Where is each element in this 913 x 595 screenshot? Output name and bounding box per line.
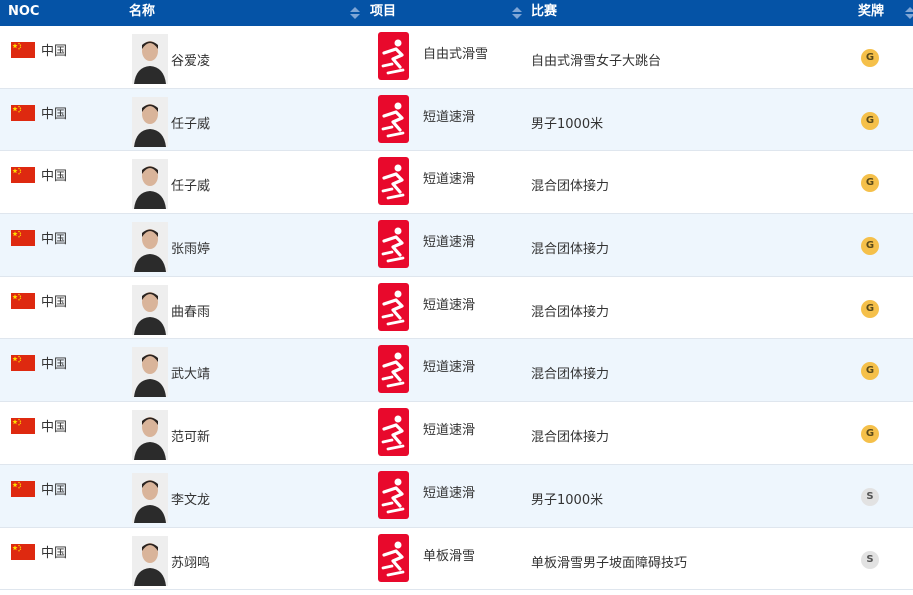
athlete-avatar [132, 472, 168, 523]
medal-badge: G [861, 425, 879, 444]
medal-table: NOC 名称 项目 比赛 奖牌 中国 谷爱凌 自由式滑雪 自由式滑雪女子大跳台 … [0, 0, 913, 591]
sport-name[interactable]: 自由式滑雪 [423, 43, 488, 62]
table-row[interactable]: 中国 任子威 短道速滑 混合团体接力 G [0, 151, 913, 215]
noc-label: 中国 [41, 545, 68, 561]
table-header: NOC 名称 项目 比赛 奖牌 [0, 0, 913, 26]
athlete-name[interactable]: 张雨婷 [171, 238, 210, 257]
table-row[interactable]: 中国 谷爱凌 自由式滑雪 自由式滑雪女子大跳台 G [0, 26, 913, 89]
event-name[interactable]: 混合团体接力 [531, 238, 609, 257]
short-track-icon [378, 220, 409, 269]
athlete-avatar [132, 34, 168, 84]
short-track-icon [378, 282, 409, 331]
table-body: 中国 谷爱凌 自由式滑雪 自由式滑雪女子大跳台 G 中国 任子威 短道速滑 男子… [0, 26, 913, 591]
table-row[interactable]: 中国 武大靖 短道速滑 混合团体接力 G [0, 339, 913, 403]
table-row[interactable]: 中国 任子威 短道速滑 男子1000米 G [0, 88, 913, 152]
athlete-name[interactable]: 武大靖 [171, 363, 210, 382]
athlete-name[interactable]: 任子威 [171, 175, 210, 194]
event-name[interactable]: 自由式滑雪女子大跳台 [531, 50, 661, 69]
china-flag-icon [11, 104, 35, 121]
athlete-name[interactable]: 任子威 [171, 113, 210, 132]
athlete-avatar [132, 159, 168, 210]
short-track-icon [378, 408, 409, 457]
sport-name[interactable]: 短道速滑 [423, 419, 475, 438]
china-flag-icon [11, 230, 35, 247]
sport-name[interactable]: 短道速滑 [423, 356, 475, 375]
sport-name[interactable]: 短道速滑 [423, 294, 475, 313]
sort-icon[interactable] [350, 7, 360, 21]
medal-badge: S [861, 487, 879, 506]
table-row[interactable]: 中国 李文龙 短道速滑 男子1000米 S [0, 464, 913, 528]
noc-label: 中国 [41, 169, 68, 185]
column-header-sport[interactable]: 项目 [370, 0, 396, 26]
medal-badge: S [861, 550, 879, 569]
athlete-name[interactable]: 谷爱凌 [171, 50, 210, 69]
short-track-icon [378, 470, 409, 519]
china-flag-icon [11, 355, 35, 372]
china-flag-icon [11, 42, 35, 58]
athlete-avatar [132, 96, 168, 147]
china-flag-icon [11, 167, 35, 184]
medal-badge: G [861, 174, 879, 193]
athlete-avatar [132, 347, 168, 398]
athlete-name[interactable]: 苏翊鸣 [171, 552, 210, 571]
athlete-avatar [132, 535, 168, 586]
noc-label: 中国 [41, 357, 68, 373]
event-name[interactable]: 混合团体接力 [531, 426, 609, 445]
column-header-event[interactable]: 比赛 [531, 0, 557, 26]
sport-name[interactable]: 单板滑雪 [423, 545, 475, 564]
noc-label: 中国 [41, 44, 68, 59]
table-row[interactable]: 中国 曲春雨 短道速滑 混合团体接力 G [0, 277, 913, 340]
china-flag-icon [11, 480, 35, 497]
sport-name[interactable]: 短道速滑 [423, 482, 475, 501]
column-header-medal[interactable]: 奖牌 [858, 0, 884, 26]
freestyle-skiing-icon [378, 32, 409, 80]
noc-label: 中国 [41, 420, 68, 436]
sport-name[interactable]: 短道速滑 [423, 168, 475, 187]
medal-badge: G [861, 111, 879, 130]
medal-badge: G [861, 237, 879, 256]
athlete-avatar [132, 410, 168, 461]
athlete-avatar [132, 222, 168, 273]
noc-label: 中国 [41, 106, 68, 122]
noc-label: 中国 [41, 294, 68, 310]
china-flag-icon [11, 418, 35, 435]
event-name[interactable]: 男子1000米 [531, 489, 603, 508]
event-name[interactable]: 单板滑雪男子坡面障碍技巧 [531, 552, 687, 571]
short-track-icon [378, 157, 409, 206]
sport-name[interactable]: 短道速滑 [423, 106, 475, 125]
china-flag-icon [11, 543, 35, 560]
event-name[interactable]: 混合团体接力 [531, 301, 609, 320]
noc-label: 中国 [41, 232, 68, 248]
athlete-name[interactable]: 李文龙 [171, 489, 210, 508]
athlete-name[interactable]: 范可新 [171, 426, 210, 445]
table-row[interactable]: 中国 范可新 短道速滑 混合团体接力 G [0, 402, 913, 465]
snowboard-icon [378, 533, 409, 582]
event-name[interactable]: 男子1000米 [531, 113, 603, 132]
short-track-icon [378, 94, 409, 143]
sport-name[interactable]: 短道速滑 [423, 231, 475, 250]
event-name[interactable]: 混合团体接力 [531, 363, 609, 382]
sort-icon[interactable] [905, 7, 913, 21]
medal-badge: G [861, 49, 879, 67]
medal-badge: G [861, 299, 879, 318]
athlete-avatar [132, 284, 168, 335]
noc-label: 中国 [41, 482, 68, 498]
athlete-name[interactable]: 曲春雨 [171, 301, 210, 320]
china-flag-icon [11, 292, 35, 309]
short-track-icon [378, 345, 409, 394]
column-header-name[interactable]: 名称 [129, 0, 155, 26]
column-header-noc[interactable]: NOC [8, 0, 39, 26]
event-name[interactable]: 混合团体接力 [531, 175, 609, 194]
table-row[interactable]: 中国 苏翊鸣 单板滑雪 单板滑雪男子坡面障碍技巧 S [0, 528, 913, 591]
medal-badge: G [861, 362, 879, 381]
sort-icon[interactable] [512, 7, 522, 21]
table-row[interactable]: 中国 张雨婷 短道速滑 混合团体接力 G [0, 214, 913, 277]
